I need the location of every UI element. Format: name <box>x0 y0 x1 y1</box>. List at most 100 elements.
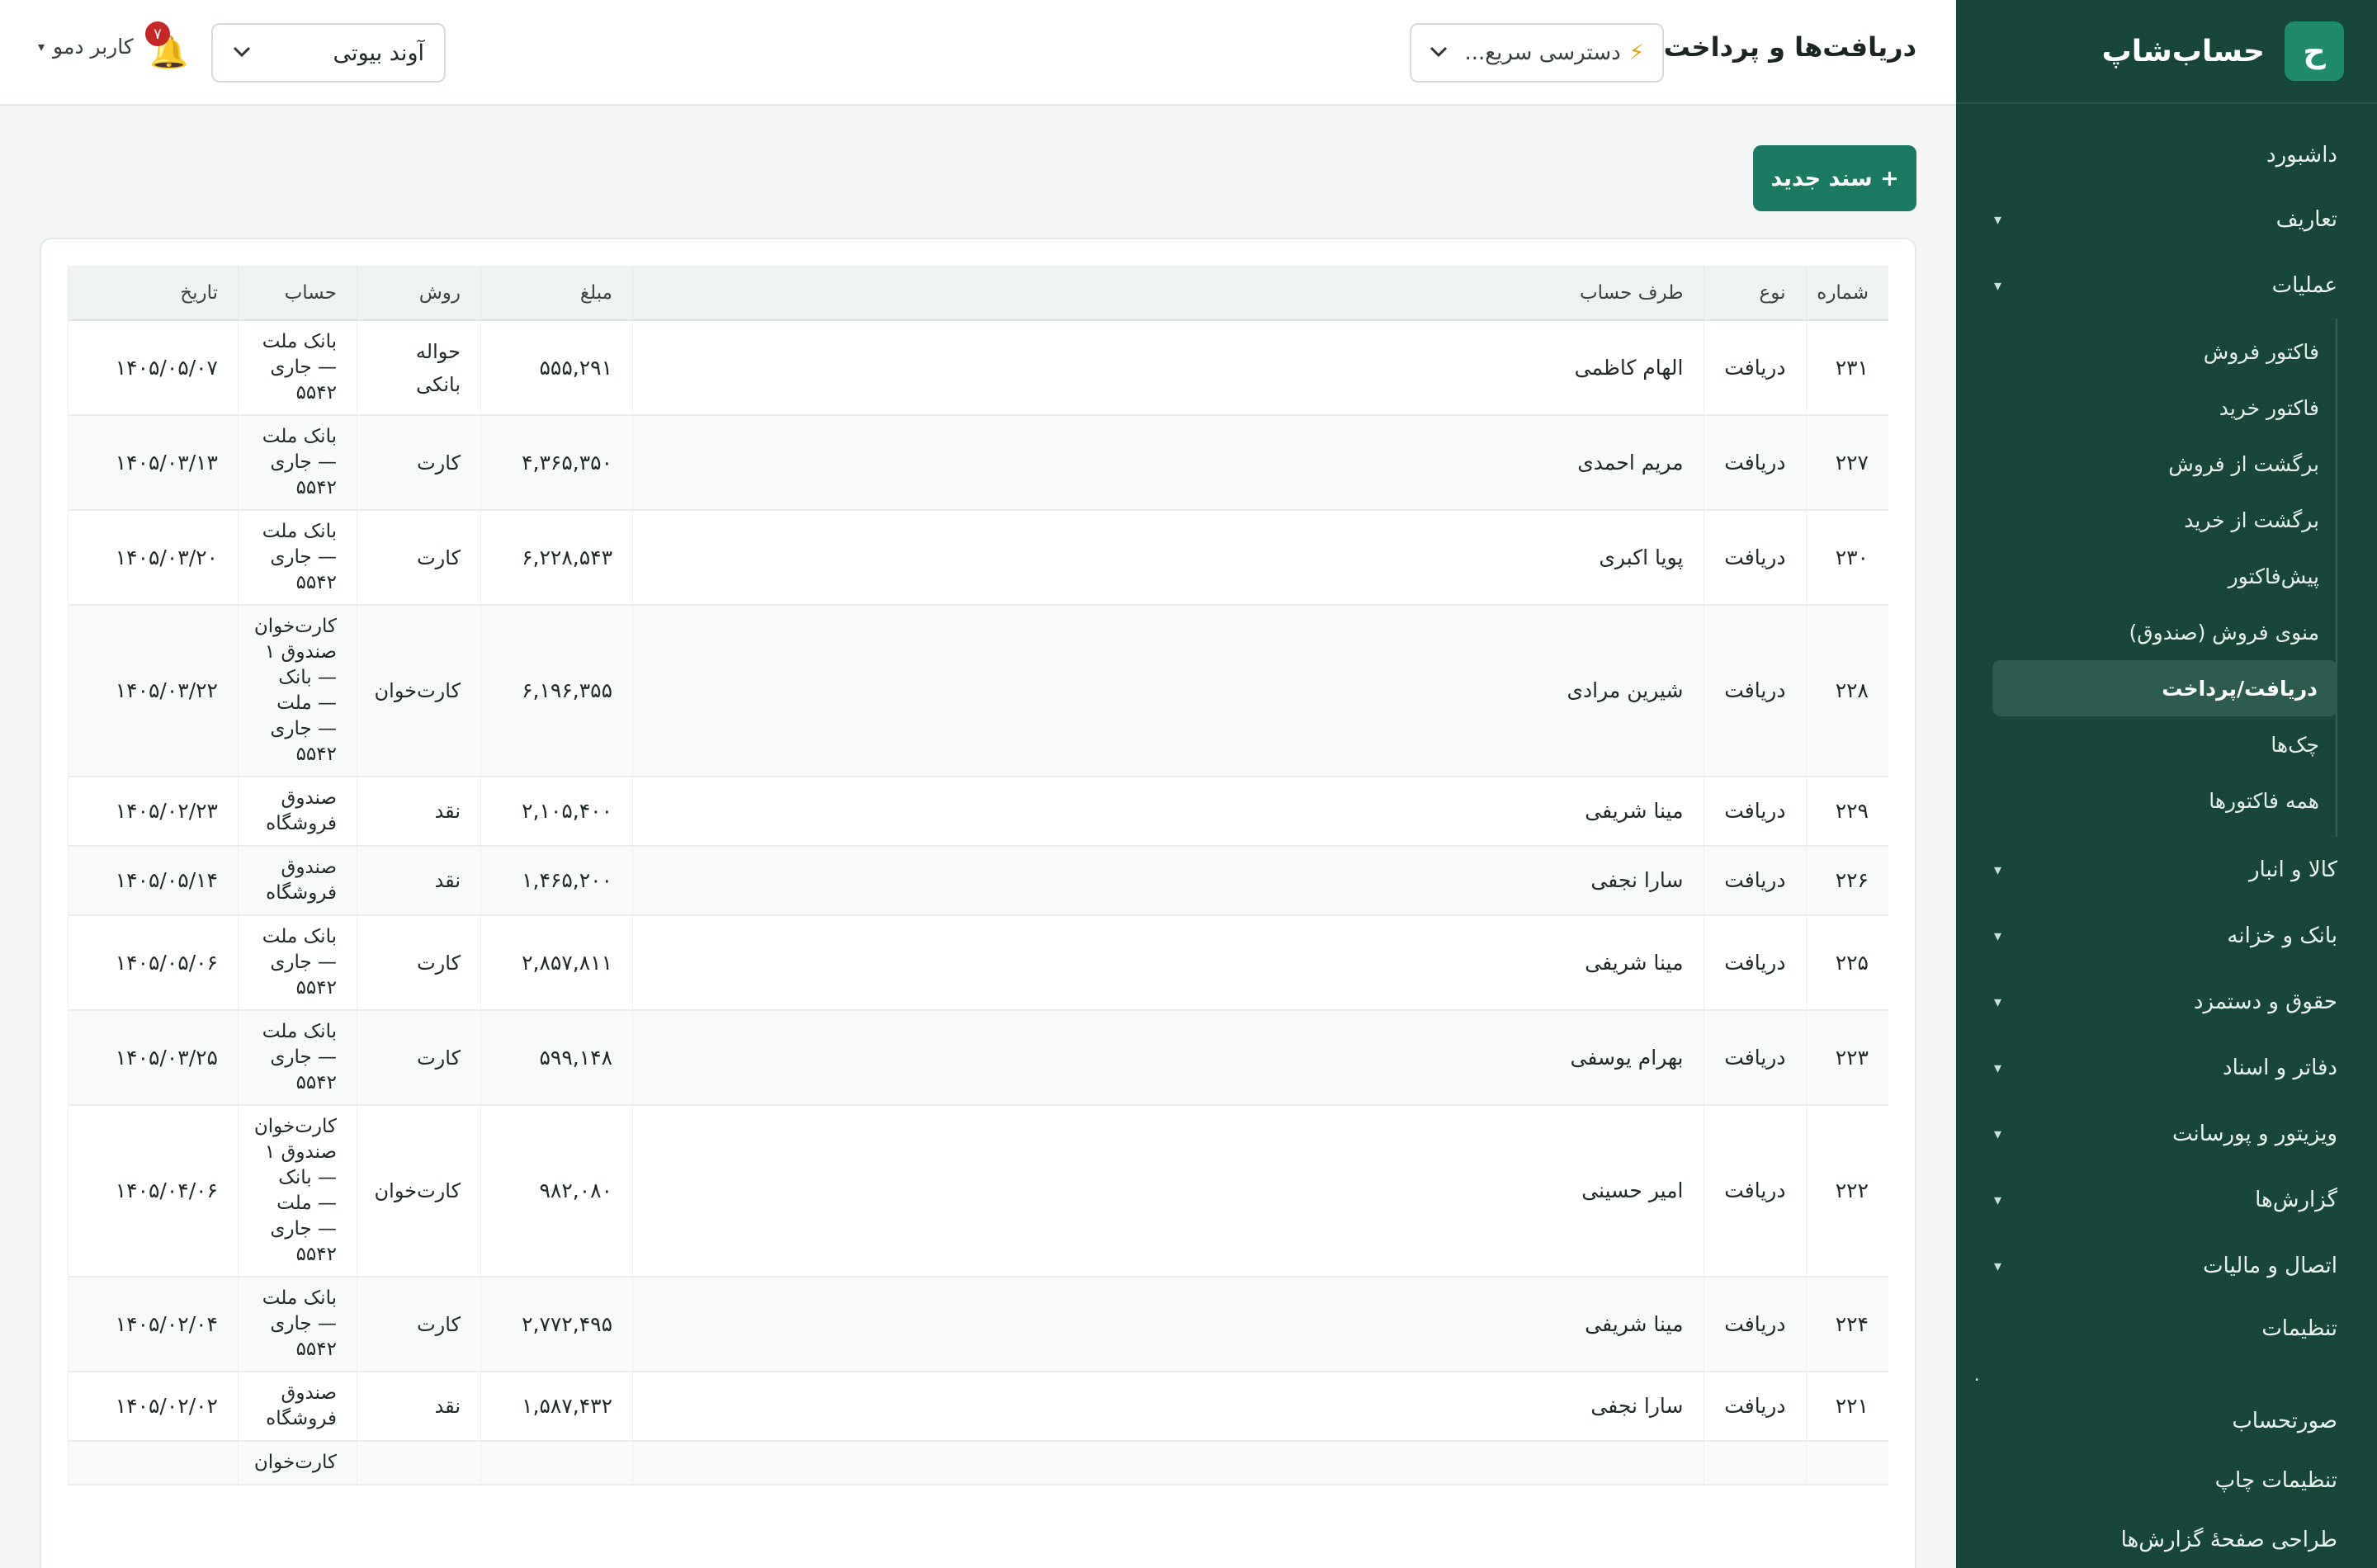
cell-date: ۱۴۰۵/۰۳/۲۰ <box>68 510 239 606</box>
sidebar-subitem-receipts-payments[interactable]: دریافت/پرداخت <box>1992 660 2337 716</box>
cell-amount: ۶,۲۲۸,۵۴۳ <box>480 510 633 606</box>
sidebar-subitem-pos-menu[interactable]: منوی فروش (صندوق) <box>1992 604 2337 660</box>
sidebar-item-definitions[interactable]: تعاریف ▾ <box>1956 187 2377 253</box>
cell-party: مینا شریفی <box>632 915 1704 1011</box>
cell-number: ۲۳۰ <box>1805 510 1888 606</box>
cell-date: ۱۴۰۵/۰۵/۰۶ <box>68 915 239 1011</box>
cell-number: ۲۲۳ <box>1805 1010 1888 1106</box>
cell-amount: ۲,۷۷۲,۴۹۵ <box>480 1277 633 1372</box>
column-header-type[interactable]: نوع <box>1703 266 1806 321</box>
table-row[interactable]: ۲۲۴ دریافت مینا شریفی ۲,۷۷۲,۴۹۵ کارت بانک ملت… <box>68 1277 1888 1372</box>
business-select[interactable]: آوند بیوتی <box>211 23 446 83</box>
sidebar-subitem-sales-return[interactable]: برگشت از فروش <box>1992 436 2337 492</box>
cell-account: بانک ملت — جاری ۵۵۴۲ <box>238 1010 357 1106</box>
cell-party <box>632 1441 1704 1485</box>
cell-type <box>1703 1441 1806 1485</box>
column-header-account[interactable]: حساب <box>238 266 357 321</box>
table-row[interactable]: ۲۲۶ دریافت سارا نجفی ۱,۴۶۵,۲۰۰ نقد صندوق فروش… <box>68 846 1888 916</box>
sidebar-item-billing[interactable]: صورتحساب <box>1956 1391 2377 1451</box>
cell-number: ۲۲۹ <box>1805 777 1888 847</box>
sidebar-item-operations[interactable]: عملیات ▾ <box>1956 253 2377 319</box>
table-row[interactable]: ۲۲۹ دریافت مینا شریفی ۲,۱۰۵,۴۰۰ نقد صندوق فرو… <box>68 777 1888 847</box>
brand: ح حساب‌شاپ <box>1956 0 2377 104</box>
sidebar-item-goods-warehouse[interactable]: کالا و انبار ▾ <box>1956 837 2377 903</box>
brand-logo: ح <box>2285 21 2344 81</box>
column-header-date[interactable]: تاریخ <box>68 266 239 321</box>
sidebar-subitem-purchase-return[interactable]: برگشت از خرید <box>1992 492 2337 548</box>
cell-account: بانک ملت — جاری ۵۵۴۲ <box>238 415 357 511</box>
sidebar-subitem-proforma[interactable]: پیش‌فاکتور <box>1992 548 2337 604</box>
sidebar-item-reports[interactable]: گزارش‌ها ▾ <box>1956 1167 2377 1233</box>
sidebar-item-settings[interactable]: تنظیمات <box>1956 1299 2377 1358</box>
table-row[interactable]: ۲۲۳ دریافت بهرام یوسفی ۵۹۹,۱۴۸ کارت بانک ملت … <box>68 1010 1888 1106</box>
sidebar-subitem-all-invoices[interactable]: همه فاکتورها <box>1992 772 2337 829</box>
notification-badge: ۷ <box>145 21 170 46</box>
cell-method: کارت <box>357 1010 481 1106</box>
sidebar-item-dashboard[interactable]: داشبورد <box>1956 124 2377 187</box>
table-row[interactable]: ۲۳۰ دریافت پویا اکبری ۶,۲۲۸,۵۴۳ کارت بانک ملت… <box>68 510 1888 606</box>
table-row[interactable]: کارت‌خوان <box>68 1441 1888 1485</box>
cell-date: ۱۴۰۵/۰۲/۰۴ <box>68 1277 239 1372</box>
cell-date: ۱۴۰۵/۰۳/۲۵ <box>68 1010 239 1106</box>
cell-party: سارا نجفی <box>632 846 1704 916</box>
cell-type: دریافت <box>1703 1105 1806 1278</box>
cell-method: نقد <box>357 777 481 847</box>
quick-access-select[interactable]: ⚡ دسترسی سریع... <box>1410 23 1664 83</box>
sidebar-subitem-sales-invoice[interactable]: فاکتور فروش <box>1992 324 2337 380</box>
cell-method: کارت‌خوان <box>357 605 481 777</box>
chevron-down-icon: ▾ <box>1994 861 2002 879</box>
chevron-down-icon: ▾ <box>1994 1191 2002 1209</box>
sidebar-item-connection-tax[interactable]: اتصال و مالیات ▾ <box>1956 1233 2377 1299</box>
column-header-party[interactable]: طرف حساب <box>632 266 1704 321</box>
cell-date <box>68 1441 239 1485</box>
cell-method: نقد <box>357 846 481 916</box>
brand-name: حساب‌شاپ <box>2101 34 2265 68</box>
table-row[interactable]: ۲۲۲ دریافت امیر حسینی ۹۸۲,۰۸۰ کارت‌خوان کارت‌… <box>68 1105 1888 1278</box>
sidebar-item-bank-treasury[interactable]: بانک و خزانه ▾ <box>1956 903 2377 969</box>
cell-party: بهرام یوسفی <box>632 1010 1704 1106</box>
cell-account: بانک ملت — جاری ۵۵۴۲ <box>238 1277 357 1372</box>
cell-type: دریافت <box>1703 846 1806 916</box>
cell-amount: ۵۹۹,۱۴۸ <box>480 1010 633 1106</box>
new-document-button[interactable]: + سند جدید <box>1753 145 1916 211</box>
table-row[interactable]: ۲۲۱ دریافت سارا نجفی ۱,۵۸۷,۴۳۲ نقد صندوق فروش… <box>68 1372 1888 1442</box>
sidebar-separator-dot: . <box>1974 1365 1980 1385</box>
sidebar: ح حساب‌شاپ داشبورد تعاریف ▾ عملیات ▾ فاک… <box>1956 0 2377 1568</box>
user-menu[interactable]: کاربر دمو ▾ <box>38 35 134 59</box>
cell-number: ۲۲۶ <box>1805 846 1888 916</box>
column-header-method[interactable]: روش <box>357 266 481 321</box>
transactions-table: شماره نوع طرف حساب مبلغ روش حساب تاریخ ۲… <box>68 266 1888 1485</box>
sidebar-item-label: تعاریف <box>2275 207 2337 232</box>
cell-date: ۱۴۰۵/۰۲/۲۳ <box>68 777 239 847</box>
cell-method: کارت <box>357 915 481 1011</box>
cell-number: ۲۲۵ <box>1805 915 1888 1011</box>
sidebar-item-report-designer[interactable]: طراحی صفحهٔ گزارش‌ها <box>1956 1510 2377 1568</box>
cell-account: بانک ملت — جاری ۵۵۴۲ <box>238 915 357 1011</box>
table-row[interactable]: ۲۳۱ دریافت الهام کاظمی ۵۵۵,۲۹۱ حواله بانکی با… <box>68 320 1888 416</box>
sidebar-item-label: حقوق و دستمزد <box>2193 989 2337 1014</box>
cell-number <box>1805 1441 1888 1485</box>
cell-amount: ۱,۵۸۷,۴۳۲ <box>480 1372 633 1442</box>
sidebar-item-ledgers[interactable]: دفاتر و اسناد ▾ <box>1956 1035 2377 1101</box>
page-title: دریافت‌ها و پرداخت‌ها <box>1635 31 1916 63</box>
cell-amount: ۱,۴۶۵,۲۰۰ <box>480 846 633 916</box>
sidebar-item-label: گزارش‌ها <box>2255 1188 2337 1212</box>
table-row[interactable]: ۲۲۵ دریافت مینا شریفی ۲,۸۵۷,۸۱۱ کارت بانک ملت… <box>68 915 1888 1011</box>
sidebar-item-label: اتصال و مالیات <box>2203 1254 2337 1278</box>
sidebar-subitem-purchase-invoice[interactable]: فاکتور خرید <box>1992 380 2337 436</box>
cell-method: حواله بانکی <box>357 320 481 416</box>
lightning-icon: ⚡ <box>1628 40 1644 65</box>
cell-method: کارت‌خوان <box>357 1105 481 1278</box>
sidebar-item-visitor-commission[interactable]: ویزیتور و پورسانت ▾ <box>1956 1101 2377 1167</box>
table-row[interactable]: ۲۲۷ دریافت مریم احمدی ۴,۳۶۵,۳۵۰ کارت بانک ملت… <box>68 415 1888 511</box>
top-header: دریافت‌ها و پرداخت‌ها ⚡ دسترسی سریع... آو… <box>0 0 1956 106</box>
column-header-number[interactable]: شماره <box>1805 266 1888 321</box>
sidebar-item-print-settings[interactable]: تنظیمات چاپ <box>1956 1451 2377 1510</box>
transactions-card: شماره نوع طرف حساب مبلغ روش حساب تاریخ ۲… <box>40 238 1916 1568</box>
sidebar-item-label: ویزیتور و پورسانت <box>2172 1122 2337 1146</box>
sidebar-subitem-cheques[interactable]: چک‌ها <box>1992 716 2337 772</box>
table-header-row: شماره نوع طرف حساب مبلغ روش حساب تاریخ <box>68 266 1888 321</box>
column-header-amount[interactable]: مبلغ <box>480 266 633 321</box>
table-row[interactable]: ۲۲۸ دریافت شیرین مرادی ۶,۱۹۶,۳۵۵ کارت‌خوان کا… <box>68 605 1888 777</box>
sidebar-item-payroll[interactable]: حقوق و دستمزد ▾ <box>1956 969 2377 1035</box>
